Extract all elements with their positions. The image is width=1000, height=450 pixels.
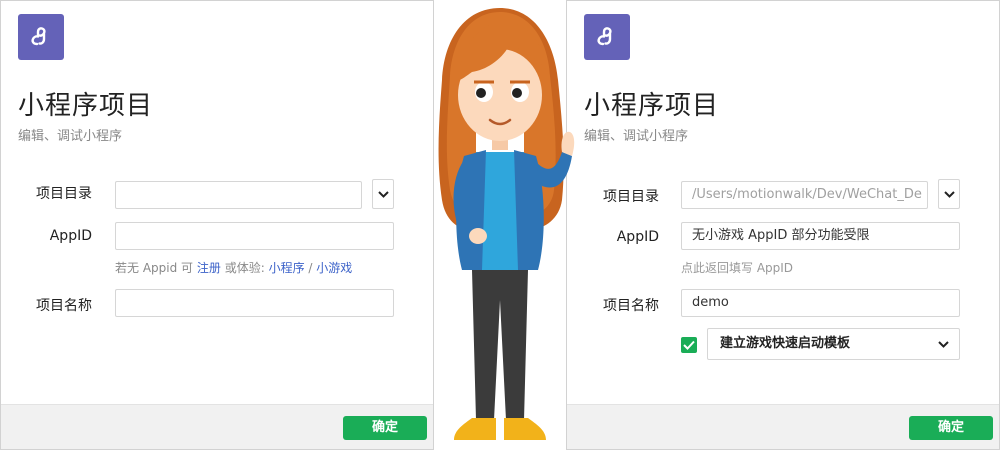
- appid-input[interactable]: 无小游戏 AppID 部分功能受限: [681, 222, 960, 250]
- confirm-button[interactable]: 确定: [343, 416, 427, 440]
- chevron-down-icon: [378, 191, 389, 198]
- project-name-label: 项目名称: [603, 298, 659, 314]
- hint-prefix: 若无 Appid 可: [115, 261, 194, 275]
- miniprogram-logo-icon: [584, 14, 630, 60]
- page-title: 小程序项目: [18, 91, 154, 121]
- page-subtitle: 编辑、调试小程序: [584, 129, 689, 144]
- project-dir-input[interactable]: /Users/motionwalk/Dev/WeChat_De: [681, 181, 928, 209]
- hint-middle: 或体验:: [224, 261, 265, 275]
- project-name-input[interactable]: demo: [681, 289, 960, 317]
- project-dir-dropdown-button[interactable]: [938, 179, 960, 209]
- project-dir-label: 项目目录: [36, 186, 92, 202]
- project-dir-input[interactable]: [115, 181, 362, 209]
- confirm-button[interactable]: 确定: [909, 416, 993, 440]
- dialog-footer: 确定: [567, 404, 999, 449]
- page-subtitle: 编辑、调试小程序: [18, 129, 123, 144]
- return-fill-appid-link[interactable]: 点此返回填写 AppID: [681, 259, 793, 276]
- miniprogram-logo-icon: [18, 14, 64, 60]
- right-dialog: 小程序项目 编辑、调试小程序 项目目录 /Users/motionwalk/De…: [566, 0, 1000, 450]
- template-select-value: 建立游戏快速启动模板: [720, 336, 851, 351]
- project-name-input[interactable]: [115, 289, 394, 317]
- appid-label: AppID: [616, 229, 659, 245]
- chevron-down-icon: [944, 191, 955, 198]
- project-dir-dropdown-button[interactable]: [372, 179, 394, 209]
- left-dialog: 小程序项目 编辑、调试小程序 项目目录 AppID 若无 Appid 可 注册 …: [0, 0, 434, 450]
- template-checkbox[interactable]: [681, 337, 697, 353]
- checkmark-icon: [683, 340, 695, 350]
- appid-hint: 若无 Appid 可 注册 或体验: 小程序 / 小游戏: [115, 259, 352, 276]
- project-dir-label: 项目目录: [603, 189, 659, 205]
- hint-separator: /: [308, 261, 313, 275]
- project-name-label: 项目名称: [36, 298, 92, 314]
- appid-label: AppID: [49, 228, 92, 244]
- dialog-footer: 确定: [1, 404, 433, 449]
- register-link[interactable]: 注册: [197, 261, 221, 275]
- girl-illustration: [438, 8, 575, 440]
- appid-input[interactable]: [115, 222, 394, 250]
- try-miniprogram-link[interactable]: 小程序: [269, 261, 305, 275]
- page-title: 小程序项目: [584, 91, 720, 121]
- chevron-down-icon: [938, 341, 949, 348]
- template-select[interactable]: 建立游戏快速启动模板: [707, 328, 960, 360]
- try-minigame-link[interactable]: 小游戏: [316, 261, 352, 275]
